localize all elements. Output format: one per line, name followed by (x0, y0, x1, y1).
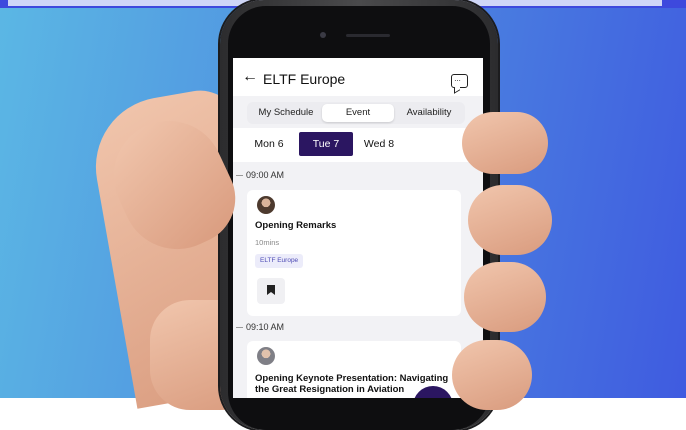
speaker-grille (346, 34, 390, 37)
bookmark-button[interactable] (257, 278, 285, 304)
chat-icon[interactable]: ··· (451, 74, 468, 88)
hand-finger (462, 112, 548, 174)
app-header: ← ELTF Europe ··· (233, 58, 483, 96)
hand-finger (464, 262, 546, 332)
avatar (257, 347, 275, 365)
session-card[interactable]: Opening Remarks 10mins ELTF Europe (247, 190, 461, 316)
time-label: 09:00 AM (236, 170, 284, 180)
time-label: 09:10 AM (236, 322, 284, 332)
bookmark-icon (267, 285, 275, 295)
day-tue-7[interactable]: Tue 7 (299, 132, 353, 156)
avatar (257, 196, 275, 214)
day-mon-6[interactable]: Mon 6 (249, 132, 289, 156)
page-title: ELTF Europe (263, 71, 346, 87)
tab-event[interactable]: Event (322, 104, 394, 122)
tab-my-schedule[interactable]: My Schedule (251, 104, 321, 122)
session-duration: 10mins (255, 238, 280, 247)
day-wed-8[interactable]: Wed 8 (359, 132, 399, 156)
back-arrow-icon[interactable]: ← (242, 68, 258, 86)
hand-finger (468, 185, 552, 255)
session-title: Opening Remarks (255, 220, 337, 231)
hand-finger (452, 340, 532, 410)
camera-icon (320, 32, 326, 38)
segmented-tabs: My Schedule Event Availability (247, 102, 465, 124)
app-screen: ← ELTF Europe ··· My Schedule Event Avai… (233, 58, 483, 398)
tab-availability[interactable]: Availability (395, 104, 463, 122)
day-selector: Mon 6 Tue 7 Wed 8 (233, 128, 483, 162)
session-tag: ELTF Europe (255, 254, 304, 268)
